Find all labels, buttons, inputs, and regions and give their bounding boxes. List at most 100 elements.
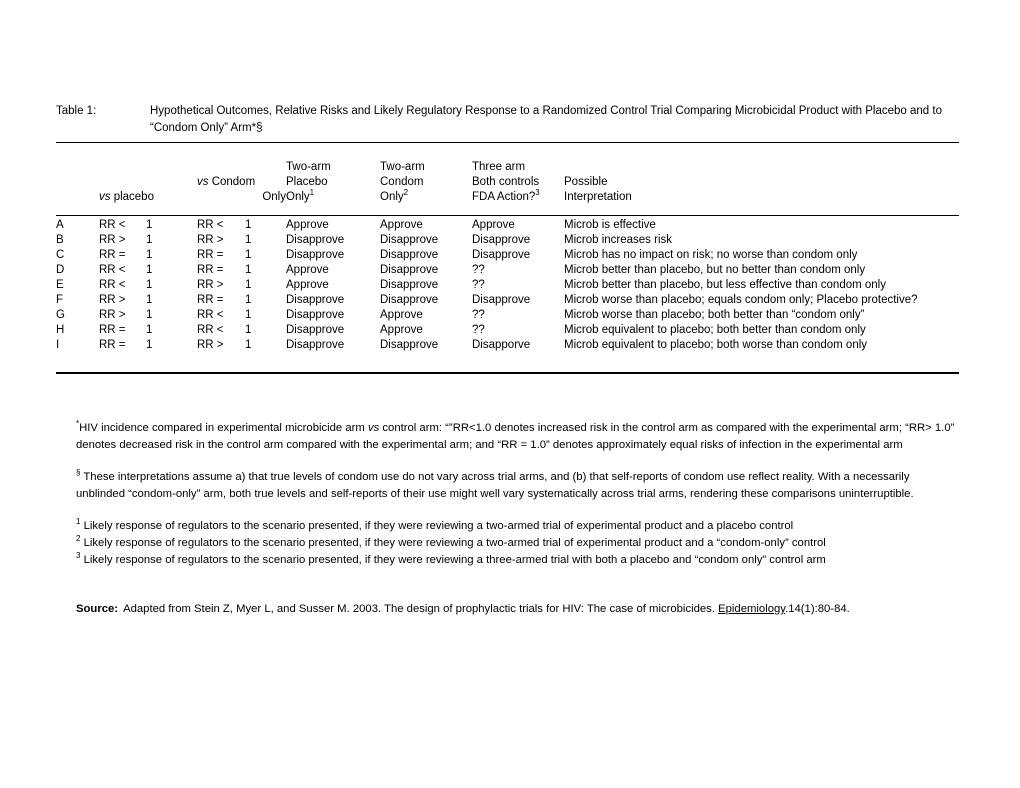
numbered-footnote: 3 Likely response of regulators to the s… (76, 550, 959, 569)
cell-rr-placebo-value: 1 (146, 219, 153, 231)
cell-two-arm-placebo: Disapprove (286, 339, 345, 351)
cell-rr-condom-op: RR = (197, 264, 224, 276)
cell-three-arm-fda: Disapprove (472, 234, 531, 246)
cell-scenario-id: H (56, 324, 65, 336)
cell-interpretation: Microb increases risk (564, 234, 672, 246)
table-row: A RR < 1 RR < 1 Approve Approve Approve Microb i… (56, 205, 959, 233)
cell-two-arm-placebo: Approve (286, 279, 329, 291)
cell-interpretation: Microb worse than placebo; equals condom… (564, 294, 918, 306)
cell-two-arm-condom: Approve (380, 324, 423, 336)
numbered-footnote-marker: 3 (76, 550, 81, 560)
cell-rr-condom-op: RR = (197, 249, 224, 261)
cell-rr-condom-op: RR > (197, 339, 224, 351)
cell-rr-placebo-value: 1 (146, 249, 153, 261)
vs-condom-rest: Condom (208, 176, 256, 188)
table-row: H RR = 1 RR < 1 Disapprove Approve?? Microb equ… (56, 323, 959, 338)
cell-rr-condom-value: 1 (245, 294, 252, 306)
col-header-vs-condom: vs Condom Only (197, 160, 286, 205)
col-header-scenario (56, 160, 99, 205)
table-number-label: Table 1: (56, 105, 97, 117)
cell-interpretation: Microb equivalent to placebo; both worse… (564, 339, 868, 351)
cell-rr-condom-value: 1 (245, 339, 252, 351)
source-citation-part1: Adapted from Stein Z, Myer L, and Susser… (123, 603, 719, 615)
interpretation-l2: Possible (564, 176, 608, 188)
footnote-asterisk-vs: vs (367, 422, 380, 434)
cell-two-arm-placebo: Disapprove (286, 249, 345, 261)
table-row: I RR = 1 RR > 1 Disapprove Disapprove Disapporv… (56, 338, 959, 353)
footnote-ref-3: 3 (535, 188, 540, 198)
cell-rr-condom-op: RR = (197, 294, 224, 306)
numbered-footnote-marker: 1 (76, 517, 81, 527)
cell-scenario-id: B (56, 234, 64, 246)
cell-rr-condom-value: 1 (245, 309, 252, 321)
cell-rr-condom-op: RR < (197, 324, 224, 336)
table-row: E RR < 1 RR > 1 Approve Disapprove?? Microb bet… (56, 278, 959, 293)
cell-scenario-id: E (56, 279, 64, 291)
numbered-footnote: 2 Likely response of regulators to the s… (76, 535, 959, 552)
numbered-footnote-text: Likely response of regulators to the sce… (83, 536, 826, 549)
cell-rr-placebo-value: 1 (146, 279, 153, 291)
source-label: Source: (76, 603, 119, 615)
col-header-interpretation: Possible Interpretation (564, 160, 959, 205)
cell-scenario-id: A (56, 219, 64, 231)
source-citation-part2: .14(1):80-84. (785, 603, 850, 615)
two-arm-condom-l2: Condom (380, 176, 424, 188)
cell-rr-condom-value: 1 (245, 324, 252, 336)
cell-two-arm-placebo: Disapprove (286, 234, 345, 246)
cell-two-arm-condom: Disapprove (380, 234, 439, 246)
table-header-row: vs placebo vs Condom Only Two-arm Placeb… (56, 160, 959, 205)
numbered-footnote-text: Likely response of regulators to the sce… (83, 520, 794, 533)
two-arm-placebo-l1: Two-arm (286, 161, 331, 173)
cell-interpretation: Microb equivalent to placebo; both bette… (564, 324, 866, 336)
cell-rr-condom-op: RR < (197, 309, 224, 321)
cell-rr-condom-value: 1 (245, 264, 252, 276)
two-arm-placebo-l2: Placebo (286, 176, 328, 188)
footnote-ref-1: 1 (309, 188, 315, 198)
cell-rr-placebo-value: 1 (146, 234, 153, 246)
cell-three-arm-fda: Disapprove (472, 249, 531, 261)
cell-two-arm-placebo: Disapprove (286, 309, 345, 321)
footnote-ref-2: 2 (403, 188, 409, 198)
col-header-three-arm: Three arm Both controls FDA Action?3 (472, 160, 564, 205)
cell-interpretation: Microb has no impact on risk; no worse t… (564, 249, 858, 261)
cell-rr-placebo-value: 1 (146, 294, 153, 306)
cell-rr-condom-value: 1 (245, 219, 252, 231)
cell-scenario-id: D (56, 264, 65, 276)
cell-scenario-id: I (56, 339, 60, 351)
vs-condom-only: Only (262, 191, 286, 203)
cell-two-arm-placebo: Approve (286, 219, 329, 231)
cell-rr-condom-value: 1 (245, 279, 252, 291)
two-arm-condom-l1: Two-arm (380, 161, 425, 173)
footnote-section: § These interpretations assume a) that t… (76, 469, 959, 502)
footnote-asterisk: *HIV incidence compared in experimental … (76, 420, 959, 453)
cell-three-arm-fda: Approve (472, 219, 515, 231)
numbered-footnote-text: Likely response of regulators to the sce… (83, 553, 826, 566)
table-title-text: Hypothetical Outcomes, Relative Risks an… (150, 105, 942, 134)
cell-two-arm-condom: Disapprove (380, 294, 439, 306)
cell-three-arm-fda: ?? (472, 309, 485, 321)
table-row: B RR > 1 RR > 1 Disapprove Disapprove Disapprov… (56, 233, 959, 248)
cell-rr-condom-value: 1 (245, 249, 252, 261)
cell-rr-placebo-op: RR = (99, 324, 126, 336)
cell-three-arm-fda: Disapprove (472, 294, 531, 306)
table-row: D RR < 1 RR = 1 Approve Disapprove?? Microb bet… (56, 263, 959, 278)
cell-interpretation: Microb worse than placebo; both better t… (564, 309, 865, 321)
interpretation-l3: Interpretation (564, 191, 632, 203)
cell-rr-placebo-op: RR > (99, 309, 126, 321)
cell-rr-placebo-op: RR < (99, 264, 126, 276)
vs-placebo-italic: vs (99, 191, 111, 203)
cell-rr-placebo-op: RR = (99, 249, 126, 261)
three-arm-l2: Both controls (472, 176, 540, 188)
table-bottom-rule (56, 372, 959, 375)
cell-rr-placebo-op: RR < (99, 279, 126, 291)
footnotes: *HIV incidence compared in experimental … (76, 420, 959, 568)
cell-two-arm-condom: Approve (380, 219, 423, 231)
numbered-footnote: 1 Likely response of regulators to the s… (76, 518, 959, 535)
three-arm-l3: FDA Action? (472, 191, 536, 203)
document-page: Table 1: Hypothetical Outcomes, Relative… (0, 0, 1020, 788)
cell-three-arm-fda: Disapporve (472, 339, 531, 351)
cell-interpretation: Microb is effective (564, 219, 656, 231)
col-header-two-arm-condom: Two-arm Condom Only2 (380, 160, 472, 205)
cell-two-arm-condom: Disapprove (380, 279, 439, 291)
two-arm-placebo-l3: Only (286, 191, 310, 203)
